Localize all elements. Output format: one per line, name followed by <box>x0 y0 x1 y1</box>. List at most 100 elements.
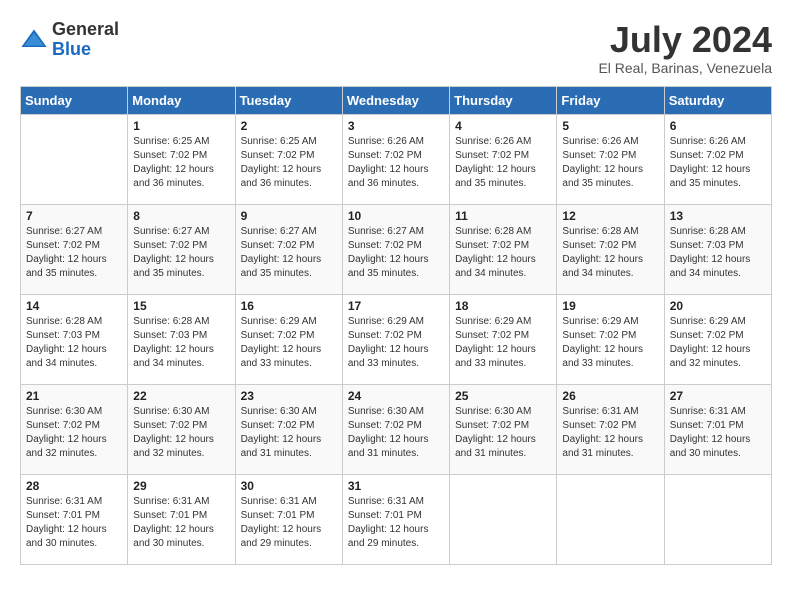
logo-general: General <box>52 20 119 40</box>
logo: General Blue <box>20 20 119 60</box>
day-info: Sunrise: 6:30 AMSunset: 7:02 PMDaylight:… <box>455 405 551 461</box>
day-number: 23 <box>241 389 337 403</box>
calendar-cell: 28Sunrise: 6:31 AMSunset: 7:01 PMDayligh… <box>21 474 128 564</box>
day-info: Sunrise: 6:30 AMSunset: 7:02 PMDaylight:… <box>26 405 122 461</box>
day-number: 4 <box>455 119 551 133</box>
week-row-3: 21 Sunrise: 6:30 AMSunset: 7:02 PMDayligh… <box>21 384 772 474</box>
day-number: 18 <box>455 299 551 313</box>
day-header-saturday: Saturday <box>664 86 771 114</box>
day-number: 21 <box>26 389 122 403</box>
calendar-cell: 30Sunrise: 6:31 AMSunset: 7:01 PMDayligh… <box>235 474 342 564</box>
day-info: Sunrise: 6:31 AMSunset: 7:01 PMDaylight:… <box>670 405 766 461</box>
calendar-cell: 22Sunrise: 6:30 AMSunset: 7:02 PMDayligh… <box>128 384 235 474</box>
calendar-cell: 5 Sunrise: 6:26 AMSunset: 7:02 PMDaylight… <box>557 114 664 204</box>
day-header-tuesday: Tuesday <box>235 86 342 114</box>
header-row: SundayMondayTuesdayWednesdayThursdayFrid… <box>21 86 772 114</box>
day-number: 24 <box>348 389 444 403</box>
calendar-cell: 17 Sunrise: 6:29 AMSunset: 7:02 PMDayligh… <box>342 294 449 384</box>
day-number: 14 <box>26 299 122 313</box>
page-header: General Blue July 2024 El Real, Barinas,… <box>20 20 772 76</box>
calendar-cell: 31 Sunrise: 6:31 AMSunset: 7:01 PMDayligh… <box>342 474 449 564</box>
day-info: Sunrise: 6:29 AMSunset: 7:02 PMDaylight:… <box>455 315 551 371</box>
day-number: 28 <box>26 479 122 493</box>
day-info: Sunrise: 6:26 AMSunset: 7:02 PMDaylight:… <box>455 135 551 191</box>
calendar-cell: 10 Sunrise: 6:27 AMSunset: 7:02 PMDayligh… <box>342 204 449 294</box>
day-info: Sunrise: 6:31 AMSunset: 7:01 PMDaylight:… <box>348 495 444 551</box>
calendar-cell: 18 Sunrise: 6:29 AMSunset: 7:02 PMDayligh… <box>450 294 557 384</box>
month-title: July 2024 <box>598 20 772 60</box>
calendar-cell: 27 Sunrise: 6:31 AMSunset: 7:01 PMDayligh… <box>664 384 771 474</box>
calendar-cell: 19 Sunrise: 6:29 AMSunset: 7:02 PMDayligh… <box>557 294 664 384</box>
day-number: 8 <box>133 209 229 223</box>
day-info: Sunrise: 6:27 AMSunset: 7:02 PMDaylight:… <box>241 225 337 281</box>
day-info: Sunrise: 6:27 AMSunset: 7:02 PMDaylight:… <box>348 225 444 281</box>
day-info: Sunrise: 6:27 AMSunset: 7:02 PMDaylight:… <box>133 225 229 281</box>
day-number: 6 <box>670 119 766 133</box>
day-info: Sunrise: 6:29 AMSunset: 7:02 PMDaylight:… <box>348 315 444 371</box>
day-number: 5 <box>562 119 658 133</box>
calendar-cell: 15Sunrise: 6:28 AMSunset: 7:03 PMDayligh… <box>128 294 235 384</box>
calendar-cell: 2 Sunrise: 6:25 AMSunset: 7:02 PMDaylight… <box>235 114 342 204</box>
day-header-wednesday: Wednesday <box>342 86 449 114</box>
calendar-cell: 9Sunrise: 6:27 AMSunset: 7:02 PMDaylight… <box>235 204 342 294</box>
day-info: Sunrise: 6:26 AMSunset: 7:02 PMDaylight:… <box>562 135 658 191</box>
day-number: 17 <box>348 299 444 313</box>
day-number: 12 <box>562 209 658 223</box>
day-info: Sunrise: 6:30 AMSunset: 7:02 PMDaylight:… <box>241 405 337 461</box>
day-number: 20 <box>670 299 766 313</box>
calendar-cell: 20 Sunrise: 6:29 AMSunset: 7:02 PMDayligh… <box>664 294 771 384</box>
day-header-monday: Monday <box>128 86 235 114</box>
logo-icon <box>20 26 48 54</box>
calendar-cell <box>450 474 557 564</box>
calendar-table: SundayMondayTuesdayWednesdayThursdayFrid… <box>20 86 772 565</box>
day-number: 27 <box>670 389 766 403</box>
title-block: July 2024 El Real, Barinas, Venezuela <box>598 20 772 76</box>
calendar-cell: 25 Sunrise: 6:30 AMSunset: 7:02 PMDayligh… <box>450 384 557 474</box>
calendar-cell: 4 Sunrise: 6:26 AMSunset: 7:02 PMDaylight… <box>450 114 557 204</box>
calendar-cell: 12 Sunrise: 6:28 AMSunset: 7:02 PMDayligh… <box>557 204 664 294</box>
day-number: 25 <box>455 389 551 403</box>
day-number: 3 <box>348 119 444 133</box>
day-info: Sunrise: 6:28 AMSunset: 7:02 PMDaylight:… <box>455 225 551 281</box>
day-number: 30 <box>241 479 337 493</box>
calendar-cell: 7 Sunrise: 6:27 AMSunset: 7:02 PMDaylight… <box>21 204 128 294</box>
day-number: 11 <box>455 209 551 223</box>
day-info: Sunrise: 6:25 AMSunset: 7:02 PMDaylight:… <box>133 135 229 191</box>
day-header-friday: Friday <box>557 86 664 114</box>
day-info: Sunrise: 6:31 AMSunset: 7:02 PMDaylight:… <box>562 405 658 461</box>
calendar-cell: 29Sunrise: 6:31 AMSunset: 7:01 PMDayligh… <box>128 474 235 564</box>
calendar-cell: 21 Sunrise: 6:30 AMSunset: 7:02 PMDayligh… <box>21 384 128 474</box>
day-number: 1 <box>133 119 229 133</box>
day-header-thursday: Thursday <box>450 86 557 114</box>
day-info: Sunrise: 6:28 AMSunset: 7:03 PMDaylight:… <box>670 225 766 281</box>
calendar-cell: 11 Sunrise: 6:28 AMSunset: 7:02 PMDayligh… <box>450 204 557 294</box>
calendar-cell <box>557 474 664 564</box>
day-info: Sunrise: 6:28 AMSunset: 7:03 PMDaylight:… <box>26 315 122 371</box>
day-number: 2 <box>241 119 337 133</box>
day-info: Sunrise: 6:28 AMSunset: 7:02 PMDaylight:… <box>562 225 658 281</box>
calendar-cell: 26Sunrise: 6:31 AMSunset: 7:02 PMDayligh… <box>557 384 664 474</box>
day-info: Sunrise: 6:27 AMSunset: 7:02 PMDaylight:… <box>26 225 122 281</box>
day-number: 19 <box>562 299 658 313</box>
calendar-cell: 13 Sunrise: 6:28 AMSunset: 7:03 PMDayligh… <box>664 204 771 294</box>
location: El Real, Barinas, Venezuela <box>598 60 772 76</box>
calendar-cell: 23 Sunrise: 6:30 AMSunset: 7:02 PMDayligh… <box>235 384 342 474</box>
day-number: 10 <box>348 209 444 223</box>
day-header-sunday: Sunday <box>21 86 128 114</box>
calendar-cell: 16Sunrise: 6:29 AMSunset: 7:02 PMDayligh… <box>235 294 342 384</box>
day-info: Sunrise: 6:31 AMSunset: 7:01 PMDaylight:… <box>133 495 229 551</box>
day-number: 22 <box>133 389 229 403</box>
day-number: 31 <box>348 479 444 493</box>
calendar-cell <box>664 474 771 564</box>
calendar-cell: 24Sunrise: 6:30 AMSunset: 7:02 PMDayligh… <box>342 384 449 474</box>
day-number: 7 <box>26 209 122 223</box>
week-row-0: 1 Sunrise: 6:25 AMSunset: 7:02 PMDaylight… <box>21 114 772 204</box>
calendar-cell: 14 Sunrise: 6:28 AMSunset: 7:03 PMDayligh… <box>21 294 128 384</box>
day-number: 16 <box>241 299 337 313</box>
day-info: Sunrise: 6:29 AMSunset: 7:02 PMDaylight:… <box>670 315 766 371</box>
week-row-2: 14 Sunrise: 6:28 AMSunset: 7:03 PMDayligh… <box>21 294 772 384</box>
day-info: Sunrise: 6:25 AMSunset: 7:02 PMDaylight:… <box>241 135 337 191</box>
day-info: Sunrise: 6:26 AMSunset: 7:02 PMDaylight:… <box>670 135 766 191</box>
day-info: Sunrise: 6:29 AMSunset: 7:02 PMDaylight:… <box>562 315 658 371</box>
day-number: 13 <box>670 209 766 223</box>
